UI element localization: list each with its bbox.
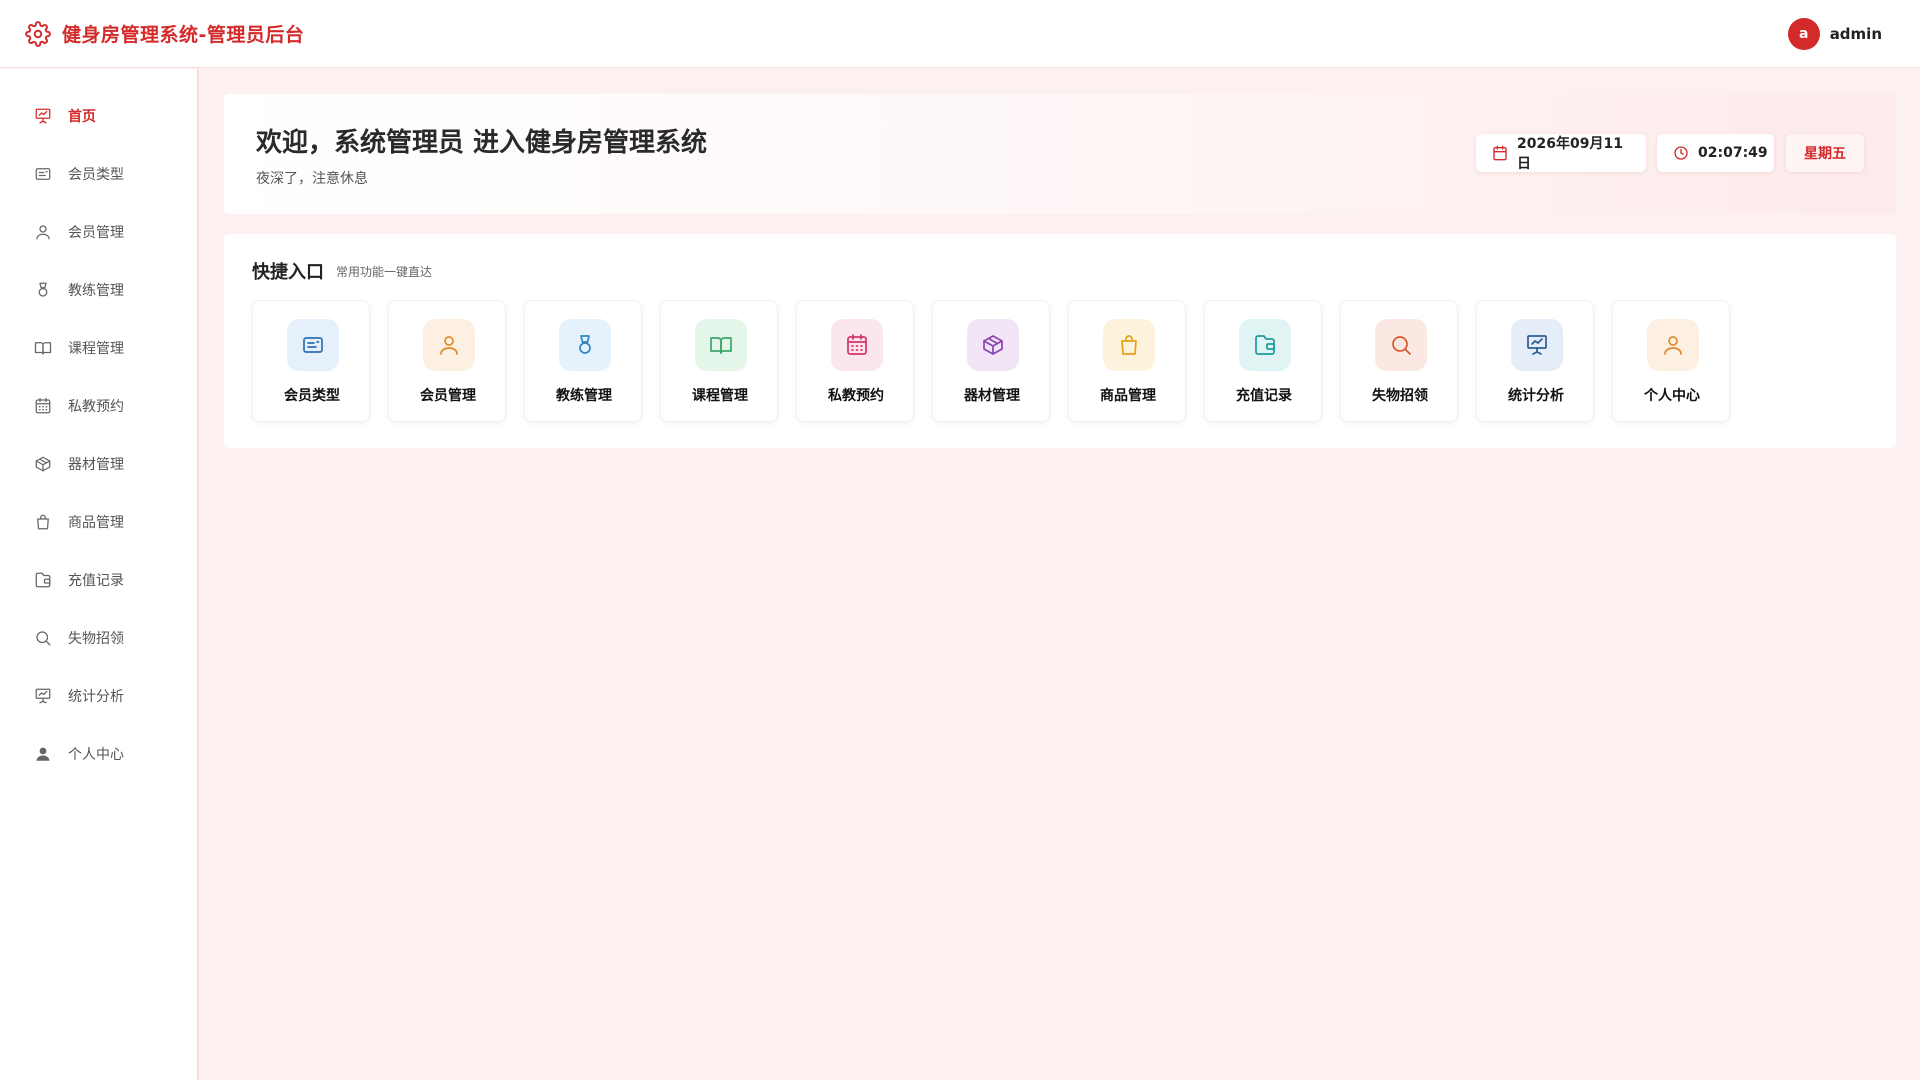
shopping-bag-icon [34, 513, 52, 531]
user-name[interactable]: admin [1830, 25, 1882, 43]
calendar-icon [831, 319, 883, 371]
sidebar-item-label: 教练管理 [68, 283, 124, 299]
sidebar-item-0[interactable]: 首页 [0, 96, 197, 136]
id-card-icon [287, 319, 339, 371]
quick-entry-label: 个人中心 [1644, 388, 1700, 404]
welcome-banner: 欢迎，系统管理员 进入健身房管理系统 夜深了，注意休息 2026年09月11日 … [224, 94, 1896, 214]
presentation-chart-icon [34, 107, 52, 125]
search-icon [34, 629, 52, 647]
sidebar-item-label: 课程管理 [68, 341, 124, 357]
quick-entry-label: 器材管理 [964, 388, 1020, 404]
quick-entry-label: 统计分析 [1508, 388, 1564, 404]
sidebar-item-2[interactable]: 会员管理 [0, 212, 197, 252]
book-open-icon [34, 339, 52, 357]
weekday-chip: 星期五 [1786, 134, 1864, 172]
quick-entry-card[interactable]: 个人中心 [1612, 300, 1730, 422]
id-card-icon [34, 165, 52, 183]
avatar[interactable]: a [1787, 18, 1820, 50]
sidebar-item-label: 充值记录 [68, 573, 124, 589]
quick-entry-card[interactable]: 失物招领 [1340, 300, 1458, 422]
sidebar-item-11[interactable]: 个人中心 [0, 734, 197, 774]
sidebar-item-10[interactable]: 统计分析 [0, 676, 197, 716]
sidebar-item-4[interactable]: 课程管理 [0, 328, 197, 368]
package-icon [34, 455, 52, 473]
sidebar-item-8[interactable]: 充值记录 [0, 560, 197, 600]
quick-entry-label: 会员类型 [284, 388, 340, 404]
app-title: 健身房管理系统-管理员后台 [62, 24, 305, 46]
quick-entry-panel: 快捷入口 常用功能一键直达 会员类型 会员管理 教练管理 课程管理 私教预约 器材管理 商品… [224, 234, 1896, 448]
quick-entry-card[interactable]: 统计分析 [1476, 300, 1594, 422]
quick-entry-label: 课程管理 [692, 388, 748, 404]
quick-entry-card[interactable]: 器材管理 [932, 300, 1050, 422]
sidebar-item-label: 会员类型 [68, 167, 124, 183]
user-icon [423, 319, 475, 371]
sidebar-item-label: 失物招领 [68, 631, 124, 647]
sidebar-item-label: 个人中心 [68, 747, 124, 763]
calendar-icon [34, 397, 52, 415]
date-text: 2026年09月11日 [1517, 136, 1623, 172]
quick-entry-label: 充值记录 [1236, 388, 1292, 404]
search-icon [1375, 319, 1427, 371]
quick-entry-card[interactable]: 教练管理 [524, 300, 642, 422]
book-open-icon [695, 319, 747, 371]
welcome-subtitle: 夜深了，注意休息 [256, 171, 368, 187]
calendar-icon [1492, 145, 1508, 161]
user-icon [34, 223, 52, 241]
sidebar-item-label: 私教预约 [68, 399, 124, 415]
quick-entry-label: 会员管理 [420, 388, 476, 404]
gear-icon [25, 20, 51, 47]
sidebar-item-6[interactable]: 器材管理 [0, 444, 197, 484]
top-bar: 健身房管理系统-管理员后台 a admin [0, 0, 1920, 68]
user-filled-icon [34, 745, 52, 763]
quick-entry-subtitle: 常用功能一键直达 [336, 265, 433, 279]
quick-entry-label: 商品管理 [1100, 388, 1156, 404]
quick-entry-label: 私教预约 [828, 388, 884, 404]
wallet-icon [1239, 319, 1291, 371]
sidebar-item-label: 首页 [68, 109, 96, 125]
shopping-bag-icon [1103, 319, 1155, 371]
time-chip: 02:07:49 [1657, 134, 1774, 172]
quick-entry-card[interactable]: 私教预约 [796, 300, 914, 422]
sidebar-item-9[interactable]: 失物招领 [0, 618, 197, 658]
quick-entry-title: 快捷入口 [252, 262, 324, 283]
sidebar-item-1[interactable]: 会员类型 [0, 154, 197, 194]
presentation-chart-icon [1511, 319, 1563, 371]
sidebar-item-label: 商品管理 [68, 515, 124, 531]
sidebar: 首页会员类型会员管理教练管理课程管理私教预约器材管理商品管理充值记录失物招领统计… [0, 69, 199, 1080]
quick-entry-card[interactable]: 会员管理 [388, 300, 506, 422]
user-menu[interactable]: a admin [1787, 18, 1882, 50]
medal-icon [559, 319, 611, 371]
sidebar-item-7[interactable]: 商品管理 [0, 502, 197, 542]
medal-icon [34, 281, 52, 299]
sidebar-item-label: 会员管理 [68, 225, 124, 241]
sidebar-item-5[interactable]: 私教预约 [0, 386, 197, 426]
quick-entry-card[interactable]: 课程管理 [660, 300, 778, 422]
package-icon [967, 319, 1019, 371]
user-icon [1647, 319, 1699, 371]
quick-entry-card[interactable]: 商品管理 [1068, 300, 1186, 422]
quick-entry-label: 教练管理 [556, 388, 612, 404]
date-chip: 2026年09月11日 [1476, 134, 1646, 172]
sidebar-item-3[interactable]: 教练管理 [0, 270, 197, 310]
time-text: 02:07:49 [1698, 145, 1768, 161]
sidebar-item-label: 统计分析 [68, 689, 124, 705]
wallet-icon [34, 571, 52, 589]
quick-entry-card[interactable]: 充值记录 [1204, 300, 1322, 422]
clock-icon [1673, 145, 1689, 161]
quick-entry-label: 失物招领 [1372, 388, 1428, 404]
page-title: 欢迎，系统管理员 进入健身房管理系统 [256, 128, 708, 158]
sidebar-item-label: 器材管理 [68, 457, 124, 473]
presentation-chart-icon [34, 687, 52, 705]
quick-entry-card[interactable]: 会员类型 [252, 300, 370, 422]
